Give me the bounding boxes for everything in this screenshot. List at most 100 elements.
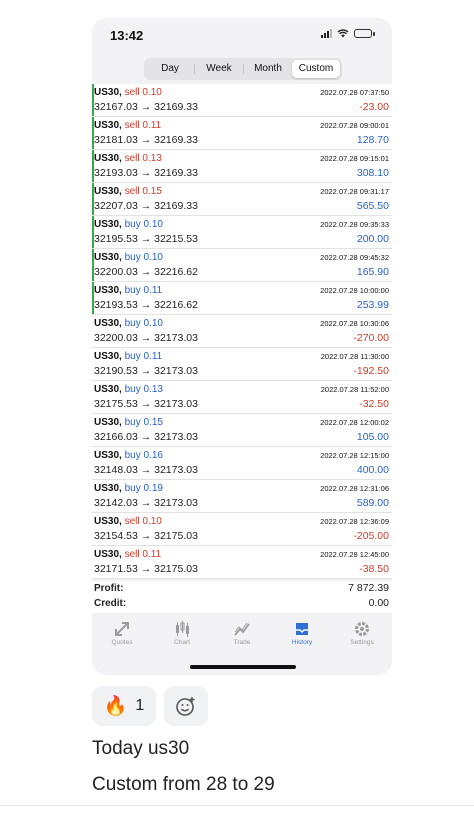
fire-reaction-button[interactable]: 🔥 1 [92,686,156,726]
trade-datetime: 2022.07.28 10:00:00 [320,286,389,295]
period-selector: Day Week Month Custom [144,58,342,80]
history-icon [296,623,308,635]
credit-label: Credit: [94,598,127,609]
status-bar: 13:42 [92,18,392,58]
trade-row[interactable]: US30, sell 0.11 32181.03 → 32169.33 2022.0… [92,117,392,150]
trade-prices: 32190.53 → 32173.03 [94,365,198,377]
trade-row[interactable]: US30, buy 0.19 32142.03 → 32173.03 2022.07… [92,480,392,513]
trade-datetime: 2022.07.28 12:36:09 [320,517,389,526]
trade-datetime: 2022.07.28 09:00:01 [320,121,389,130]
trade-side-volume: buy 0.19 [124,483,163,494]
trade-row[interactable]: US30, buy 0.11 32190.53 → 32173.03 2022.07… [92,348,392,381]
trade-symbol: US30, buy 0.10 [94,252,163,263]
trade-side-volume: buy 0.11 [124,351,163,362]
trade-prices: 32193.53 → 32216.62 [94,299,198,311]
trade-profit: -192.50 [353,365,389,377]
trade-row[interactable]: US30, buy 0.10 32200.03 → 32173.03 2022.07… [92,315,392,348]
trade-symbol: US30, sell 0.10 [94,87,162,98]
trade-prices: 32175.53 → 32173.03 [94,398,198,410]
trade-datetime: 2022.07.28 09:31:17 [320,187,389,196]
trade-profit: 565.50 [356,200,389,212]
credit-value: 0.00 [368,597,389,609]
symbol-name: US30, [94,285,122,296]
trade-side-volume: buy 0.10 [124,219,163,230]
trade-profit: -23.00 [359,101,389,113]
tab-trade[interactable]: Trade [212,614,272,654]
symbol-name: US30, [94,384,122,395]
symbol-name: US30, [94,351,122,362]
trade-datetime: 2022.07.28 12:00:02 [320,418,389,427]
trade-side-volume: buy 0.10 [124,318,163,329]
trade-row[interactable]: US30, buy 0.13 32175.53 → 32173.03 2022.07… [92,381,392,414]
trade-prices: 32195.53 → 32215.53 [94,233,198,245]
trade-profit: -32.50 [359,398,389,410]
symbol-name: US30, [94,252,122,263]
tab-quotes[interactable]: Quotes [92,614,152,654]
trade-row[interactable]: US30, buy 0.11 32193.53 → 32216.62 2022.07… [92,282,392,315]
settings-icon [355,622,369,636]
trade-side-volume: sell 0.10 [124,516,162,527]
trade-row[interactable]: US30, sell 0.11 32171.53 → 32175.03 2022.0… [92,546,392,579]
tab-label: History [291,639,313,646]
symbol-name: US30, [94,153,122,164]
trade-row[interactable]: US30, sell 0.15 32207.03 → 32169.33 2022.0… [92,183,392,216]
tab-day[interactable]: Day [146,60,194,78]
trade-symbol: US30, buy 0.10 [94,318,163,329]
symbol-name: US30, [94,87,122,98]
add-reaction-button[interactable] [164,686,208,726]
tab-week[interactable]: Week [195,60,243,78]
summary-panel: Profit: 7 872.39 Credit: 0.00 [92,581,392,613]
trade-symbol: US30, buy 0.11 [94,285,162,296]
quotes-icon [115,622,129,636]
trade-profit: 128.70 [356,134,389,146]
trade-prices: 32154.53 → 32175.03 [94,530,198,542]
trade-datetime: 2022.07.28 10:30:06 [320,319,389,328]
trade-symbol: US30, sell 0.10 [94,516,162,527]
trade-profit: -205.00 [353,530,389,542]
tab-history[interactable]: History [272,614,332,654]
symbol-name: US30, [94,120,122,131]
trade-symbol: US30, buy 0.10 [94,219,163,230]
trade-profit: 200.00 [356,233,389,245]
home-indicator [190,665,296,669]
trade-side-volume: buy 0.15 [124,417,163,428]
trade-symbol: US30, buy 0.15 [94,417,163,428]
battery-icon [354,28,375,38]
trade-profit: -38.50 [359,563,389,575]
trade-row[interactable]: US30, sell 0.13 32193.03 → 32169.33 2022.0… [92,150,392,183]
tab-settings[interactable]: Settings [332,614,392,654]
trade-row[interactable]: US30, buy 0.10 32195.53 → 32215.53 2022.07… [92,216,392,249]
trade-prices: 32200.03 → 32173.03 [94,332,198,344]
trade-side-volume: sell 0.15 [124,186,162,197]
profit-row: Profit: 7 872.39 [92,581,392,596]
trade-symbol: US30, sell 0.11 [94,549,161,560]
symbol-name: US30, [94,318,122,329]
trade-symbol: US30, sell 0.11 [94,120,161,131]
trade-symbol: US30, buy 0.11 [94,351,162,362]
symbol-name: US30, [94,549,122,560]
tab-chart[interactable]: Chart [152,614,212,654]
trade-datetime: 2022.07.28 09:35:33 [320,220,389,229]
trade-symbol: US30, buy 0.16 [94,450,163,461]
trade-prices: 32166.03 → 32173.03 [94,431,198,443]
trade-profit: 165.90 [356,266,389,278]
symbol-name: US30, [94,417,122,428]
message-line-2: Custom from 28 to 29 [92,774,275,795]
trade-prices: 32193.03 → 32169.33 [94,167,198,179]
tab-month[interactable]: Month [244,60,292,78]
trade-symbol: US30, buy 0.13 [94,384,163,395]
trade-datetime: 2022.07.28 12:15:00 [320,451,389,460]
trade-datetime: 2022.07.28 11:30:00 [320,352,389,361]
trade-row[interactable]: US30, sell 0.10 32167.03 → 32169.33 2022.0… [92,84,392,117]
tab-label: Trade [233,639,251,646]
trade-side-volume: buy 0.11 [124,285,163,296]
trade-row[interactable]: US30, sell 0.10 32154.53 → 32175.03 2022.0… [92,513,392,546]
trade-row[interactable]: US30, buy 0.16 32148.03 → 32173.03 2022.07… [92,447,392,480]
reaction-count: 1 [135,697,145,714]
bottom-tab-bar: Quotes Chart Trade History Settings [92,614,392,654]
trade-row[interactable]: US30, buy 0.10 32200.03 → 32216.62 2022.07… [92,249,392,282]
tab-label: Quotes [111,639,133,646]
trade-row[interactable]: US30, buy 0.15 32166.03 → 32173.03 2022.07… [92,414,392,447]
tab-custom[interactable]: Custom [292,60,340,78]
trade-history-list: US30, sell 0.10 32167.03 → 32169.33 2022.0… [92,84,392,579]
